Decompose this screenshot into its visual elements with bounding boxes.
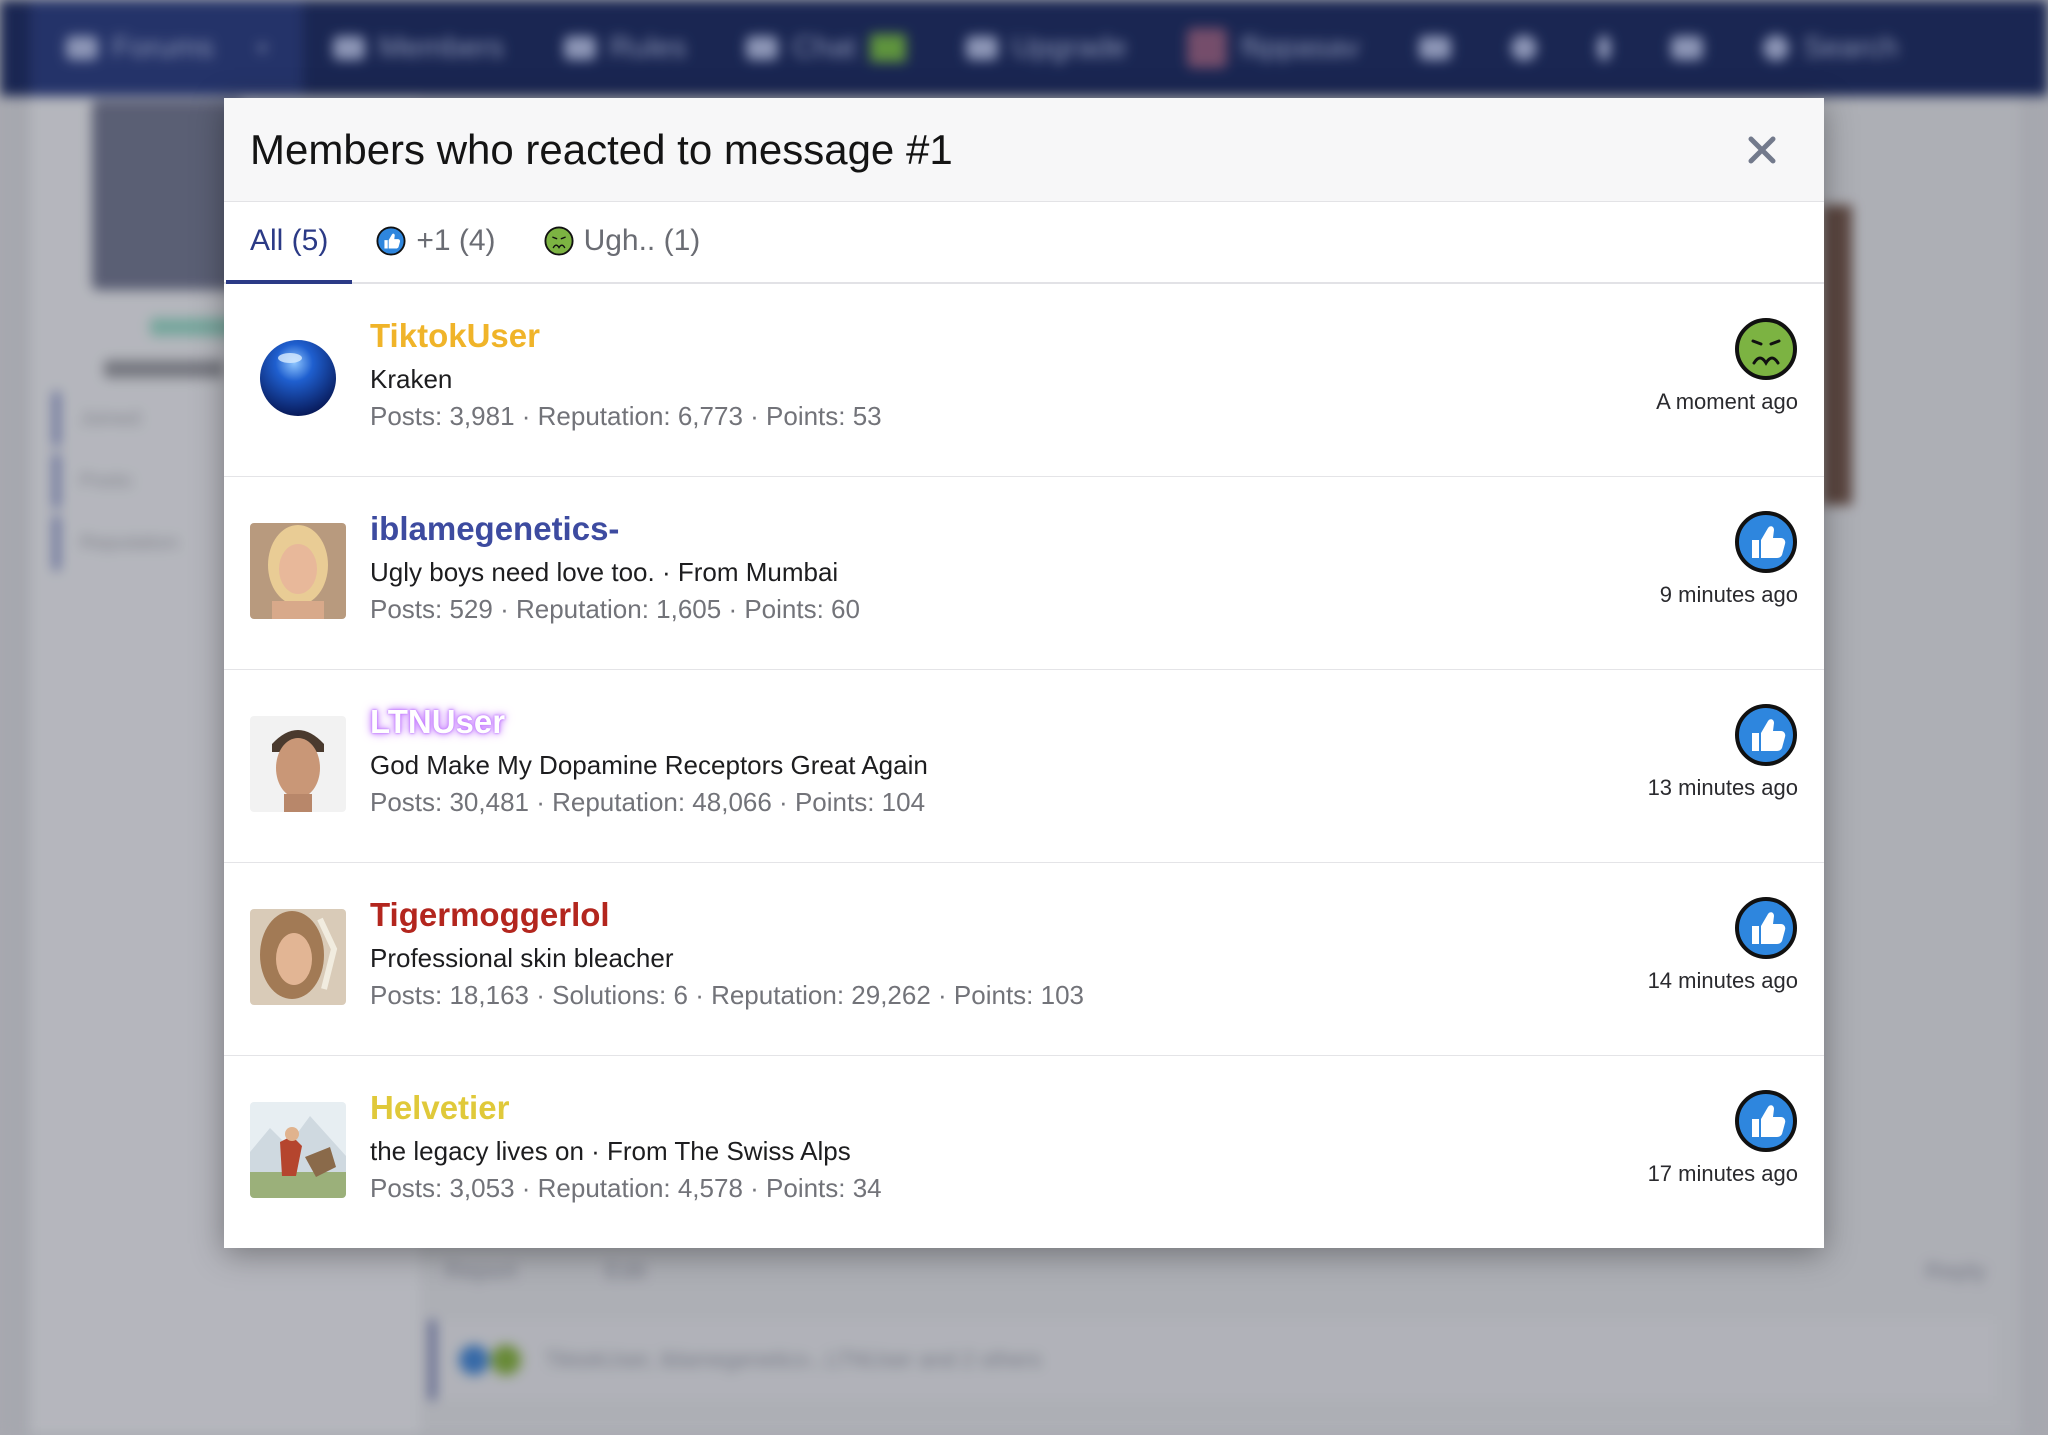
member-name-link[interactable]: LTNUser <box>370 702 505 742</box>
reaction-time: 14 minutes ago <box>1647 968 1798 993</box>
member-stats: Posts: 3,981 · Reputation: 6,773 · Point… <box>370 401 882 431</box>
close-icon <box>1748 136 1776 163</box>
list-item: TiktokUser Kraken Posts: 3,981 · Reputat… <box>224 284 1824 477</box>
avatar[interactable] <box>250 909 346 1005</box>
thumbs-up-icon <box>376 226 406 256</box>
modal-title: Members who reacted to message #1 <box>250 125 953 173</box>
member-name-link[interactable]: Helvetier <box>370 1088 509 1128</box>
member-stats: Posts: 3,053 · Reputation: 4,578 · Point… <box>370 1173 882 1203</box>
member-info: iblamegenetics- Ugly boys need love too.… <box>370 509 1798 627</box>
tab-all-label: All (5) <box>250 224 329 257</box>
tab-plus-one[interactable]: +1 (4) <box>352 202 519 284</box>
reactions-modal: Members who reacted to message #1 All (5… <box>224 98 1824 1248</box>
nauseated-face-icon <box>544 226 574 256</box>
member-name-link[interactable]: iblamegenetics- <box>370 509 619 549</box>
reaction-tabs: All (5) +1 (4) Ugh.. (1) <box>224 202 1824 284</box>
tab-ugh-label: Ugh.. (1) <box>583 224 701 257</box>
tab-all[interactable]: All (5) <box>226 202 353 284</box>
member-stats: Posts: 18,163 · Solutions: 6 · Reputatio… <box>370 980 1084 1010</box>
member-info: Helvetier the legacy lives on · From The… <box>370 1088 1798 1206</box>
thumbs-up-icon <box>1735 704 1797 766</box>
reaction-meta: 13 minutes ago <box>1648 703 1798 801</box>
member-title: the legacy lives on · From The Swiss Alp… <box>370 1136 851 1166</box>
list-item: iblamegenetics- Ugly boys need love too.… <box>224 477 1824 670</box>
tab-plus-one-label: +1 (4) <box>416 224 496 257</box>
member-title: Professional skin bleacher <box>370 943 674 973</box>
avatar[interactable] <box>250 523 346 619</box>
reaction-time: 13 minutes ago <box>1647 775 1798 800</box>
avatar-illustration-image <box>250 1102 346 1198</box>
reaction-time: 9 minutes ago <box>1659 582 1798 607</box>
member-info: Tigermoggerlol Professional skin bleache… <box>370 895 1798 1013</box>
avatar[interactable] <box>250 716 346 812</box>
reaction-time: A moment ago <box>1656 389 1798 414</box>
member-stats: Posts: 30,481 · Reputation: 48,066 · Poi… <box>370 787 926 817</box>
thumbs-up-icon <box>1735 1090 1797 1152</box>
avatar[interactable] <box>250 1102 346 1198</box>
member-info: LTNUser God Make My Dopamine Receptors G… <box>370 702 1798 820</box>
avatar-photo-image <box>250 909 346 1005</box>
member-stats: Posts: 529 · Reputation: 1,605 · Points:… <box>370 594 860 624</box>
reaction-meta: 9 minutes ago <box>1660 510 1798 608</box>
list-item: LTNUser God Make My Dopamine Receptors G… <box>224 670 1824 863</box>
reaction-meta: A moment ago <box>1656 317 1798 415</box>
member-info: TiktokUser Kraken Posts: 3,981 · Reputat… <box>370 316 1798 434</box>
thumbs-up-icon <box>1735 511 1797 573</box>
member-title: God Make My Dopamine Receptors Great Aga… <box>370 750 928 780</box>
reaction-meta: 14 minutes ago <box>1648 896 1798 994</box>
member-title: Kraken <box>370 364 453 394</box>
avatar-photo-image <box>250 523 346 619</box>
avatar[interactable] <box>250 330 346 426</box>
member-name-link[interactable]: Tigermoggerlol <box>370 895 610 935</box>
list-item: Tigermoggerlol Professional skin bleache… <box>224 863 1824 1056</box>
member-list: TiktokUser Kraken Posts: 3,981 · Reputat… <box>224 284 1824 1249</box>
nauseated-face-icon <box>1735 318 1797 380</box>
reaction-time: 17 minutes ago <box>1647 1161 1798 1186</box>
member-title: Ugly boys need love too. · From Mumbai <box>370 557 839 587</box>
modal-header: Members who reacted to message #1 <box>224 98 1824 202</box>
tab-ugh[interactable]: Ugh.. (1) <box>520 202 725 284</box>
member-name-link[interactable]: TiktokUser <box>370 316 540 356</box>
avatar-photo-image <box>250 716 346 812</box>
thumbs-up-icon <box>1735 897 1797 959</box>
reaction-meta: 17 minutes ago <box>1648 1089 1798 1187</box>
list-item: Helvetier the legacy lives on · From The… <box>224 1056 1824 1249</box>
close-button[interactable] <box>1740 128 1784 172</box>
avatar-blue-orb-image <box>250 330 346 426</box>
